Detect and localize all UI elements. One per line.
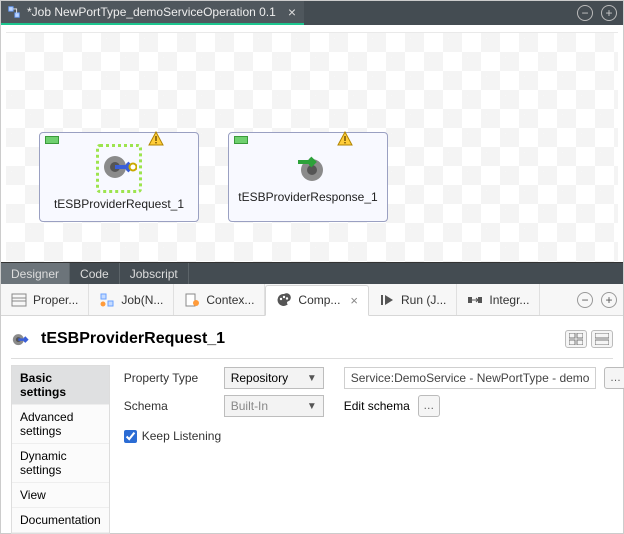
node-activate-badge xyxy=(234,136,248,144)
tab-label: Comp... xyxy=(298,293,340,307)
nav-dynamic-settings[interactable]: Dynamic settings xyxy=(12,444,109,483)
tab-label: Contex... xyxy=(206,293,254,307)
edit-schema-button[interactable]: … xyxy=(418,395,440,417)
keep-listening-checkbox[interactable]: Keep Listening xyxy=(124,429,221,443)
context-icon xyxy=(184,292,200,308)
component-title: tESBProviderRequest_1 xyxy=(41,330,225,348)
schema-label: Schema xyxy=(124,399,216,413)
properties-icon xyxy=(11,292,27,308)
warning-icon xyxy=(148,131,164,147)
editor-tabbar: *Job NewPortType_demoServiceOperation 0.… xyxy=(1,1,623,25)
node-label: tESBProviderResponse_1 xyxy=(238,190,377,204)
close-icon[interactable]: × xyxy=(350,293,358,308)
editor-tabbar-actions: − + xyxy=(577,5,617,21)
tab-integration[interactable]: Integr... xyxy=(457,284,540,315)
edit-schema-label: Edit schema xyxy=(344,399,410,413)
canvas-view-tabs: Designer Code Jobscript xyxy=(1,262,623,284)
node-tesbproviderrequest[interactable]: tESBProviderRequest_1 xyxy=(39,132,199,222)
component-settings-nav: Basic settings Advanced settings Dynamic… xyxy=(11,365,110,534)
tab-label: Integr... xyxy=(489,293,529,307)
tab-component[interactable]: Comp... × xyxy=(265,285,369,316)
view-grid-button[interactable] xyxy=(565,330,587,348)
integration-icon xyxy=(467,292,483,308)
maximize-panel-icon[interactable]: + xyxy=(601,5,617,21)
component-header: tESBProviderRequest_1 xyxy=(11,326,613,359)
tab-code[interactable]: Code xyxy=(70,263,120,284)
job-icon xyxy=(99,292,115,308)
warning-icon xyxy=(337,131,353,147)
component-basic-settings-form: Property Type Repository ▼ Service:DemoS… xyxy=(110,365,624,534)
property-type-select[interactable]: Repository ▼ xyxy=(224,367,324,389)
tab-properties[interactable]: Proper... xyxy=(1,284,89,315)
node-activate-badge xyxy=(45,136,59,144)
node-label: tESBProviderRequest_1 xyxy=(54,197,184,211)
chevron-down-icon: ▼ xyxy=(307,401,317,412)
tab-label: Proper... xyxy=(33,293,78,307)
browse-repository-button[interactable]: … xyxy=(604,367,624,389)
minimize-panel-icon[interactable]: − xyxy=(577,292,593,308)
tab-job[interactable]: Job(N... xyxy=(89,284,174,315)
nav-documentation[interactable]: Documentation xyxy=(12,508,109,533)
bottom-panel-tabs: Proper... Job(N... Contex... Comp... × R… xyxy=(1,284,623,316)
property-type-service-field[interactable]: Service:DemoService - NewPortType - demo xyxy=(344,367,597,389)
property-type-label: Property Type xyxy=(124,371,216,385)
keep-listening-label: Keep Listening xyxy=(142,429,221,443)
tab-run[interactable]: Run (J... xyxy=(369,284,457,315)
list-icon xyxy=(595,333,609,345)
provider-response-icon xyxy=(290,150,326,186)
tab-label: Job(N... xyxy=(121,293,163,307)
select-value: Built-In xyxy=(231,399,268,413)
maximize-panel-icon[interactable]: + xyxy=(601,292,617,308)
provider-request-icon xyxy=(11,330,33,348)
nav-view[interactable]: View xyxy=(12,483,109,508)
tab-jobscript[interactable]: Jobscript xyxy=(120,263,189,284)
tab-context[interactable]: Contex... xyxy=(174,284,265,315)
chevron-down-icon: ▼ xyxy=(307,373,317,384)
tab-label: Run (J... xyxy=(401,293,446,307)
node-tesbproviderresponse[interactable]: tESBProviderResponse_1 xyxy=(228,132,388,222)
palette-icon xyxy=(276,292,292,308)
editor-tab-active[interactable]: *Job NewPortType_demoServiceOperation 0.… xyxy=(1,1,304,25)
design-canvas[interactable]: tESBProviderRequest_1 tESBProviderRespon… xyxy=(6,32,618,262)
schema-select[interactable]: Built-In ▼ xyxy=(224,395,324,417)
node-selection-ring xyxy=(96,144,142,193)
view-list-button[interactable] xyxy=(591,330,613,348)
select-value: Repository xyxy=(231,371,288,385)
provider-request-icon xyxy=(101,149,137,185)
component-panel: tESBProviderRequest_1 Basic settings Adv… xyxy=(1,316,623,534)
job-icon xyxy=(7,5,21,19)
run-icon xyxy=(379,292,395,308)
design-canvas-wrap: tESBProviderRequest_1 tESBProviderRespon… xyxy=(1,25,623,262)
minimize-panel-icon[interactable]: − xyxy=(577,5,593,21)
tab-designer[interactable]: Designer xyxy=(1,263,70,284)
grid-icon xyxy=(569,333,583,345)
close-icon[interactable]: × xyxy=(288,5,296,19)
editor-tab-label: *Job NewPortType_demoServiceOperation 0.… xyxy=(27,5,276,19)
keep-listening-input[interactable] xyxy=(124,430,137,443)
nav-basic-settings[interactable]: Basic settings xyxy=(12,366,109,405)
